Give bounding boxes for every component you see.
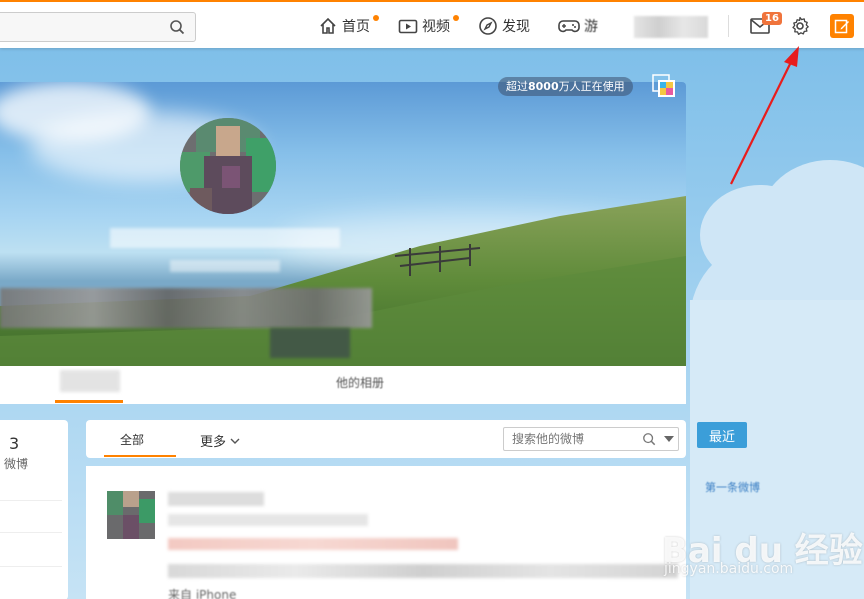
message-count-badge: 16 [762,12,782,25]
gear-icon[interactable] [790,16,810,36]
tab-more[interactable]: 更多 [200,431,240,450]
usage-suffix: 万人正在使用 [558,80,625,93]
compass-icon [479,17,497,35]
profile-tab-indicator [55,400,123,403]
blurred-info-bar-2 [270,328,350,358]
divider [0,566,62,567]
nav-home[interactable]: 首页 [318,15,379,37]
watermark-url: jingyan.baidu.com [664,561,794,577]
video-icon [398,19,418,34]
divider [0,500,62,501]
post-footer-text: 来自 iPhone [168,588,237,599]
recent-filter-button[interactable]: 最近 [697,422,747,448]
blurred-post-meta [168,514,368,526]
username-blurred[interactable] [634,16,708,38]
usage-number: 8000 [528,80,559,93]
tab-all[interactable]: 全部 [120,431,144,448]
nav-video[interactable]: 视频 [398,15,459,37]
cover-template-icon[interactable] [652,74,676,98]
album-link[interactable]: 他的相册 [336,374,384,391]
feed-post: 来自 iPhone [86,466,686,599]
compose-button[interactable] [830,14,854,38]
blurred-post-tags [168,538,458,550]
post-avatar[interactable] [107,491,155,539]
chevron-down-icon [230,438,240,444]
stats-card: 3 微博 [0,420,68,599]
weibo-count-label: 微博 [4,457,29,471]
blurred-nickname [110,228,340,248]
top-nav-bar: 首页 视频 发现 游 16 [0,0,864,48]
tab-all-indicator [104,455,176,457]
usage-prefix: 超过 [506,80,528,93]
tab-more-label: 更多 [200,435,227,450]
search-icon[interactable] [169,19,185,35]
home-icon [320,17,336,34]
nav-discover[interactable]: 发现 [478,15,530,37]
profile-cover-image [0,82,686,366]
divider [0,532,62,533]
home-notify-dot [373,15,379,21]
blurred-post-text [168,564,678,578]
nav-home-label: 首页 [342,19,370,35]
usage-count-tag[interactable]: 超过8000万人正在使用 [498,77,633,96]
blurred-info-bar [0,288,372,328]
dropdown-caret-icon[interactable] [664,436,674,442]
nav-game[interactable]: 游 [558,15,598,37]
first-weibo-link[interactable]: 第一条微博 [705,479,760,495]
nav-game-label: 游 [584,19,598,35]
blurred-bio [170,260,280,272]
nav-discover-label: 发现 [502,19,530,35]
profile-avatar[interactable] [180,118,276,214]
gamepad-icon [558,20,580,33]
feed-search-input[interactable] [504,428,634,450]
nav-divider [728,15,729,37]
video-notify-dot [453,15,459,21]
blurred-post-author [168,492,264,506]
feed-search-field[interactable] [503,427,679,451]
search-icon[interactable] [642,432,656,446]
weibo-count[interactable]: 3 [9,434,19,453]
nav-video-label: 视频 [422,19,450,35]
edit-icon [834,19,849,34]
global-search-input[interactable] [0,12,196,42]
